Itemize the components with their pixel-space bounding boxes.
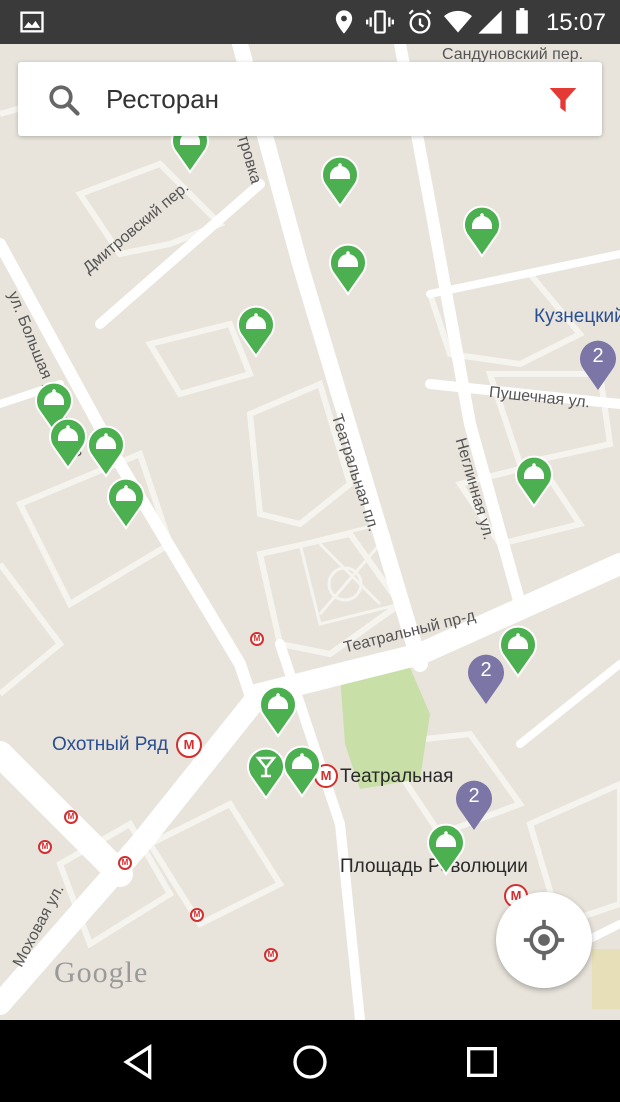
restaurant-cloche-icon [515, 455, 553, 508]
battery-icon [516, 8, 528, 34]
bar-pin[interactable] [244, 744, 288, 800]
my-location-button[interactable] [496, 892, 592, 988]
search-input[interactable]: Ресторан [106, 84, 219, 115]
restaurant-pin[interactable] [512, 452, 556, 508]
recents-icon[interactable] [462, 1042, 502, 1082]
status-bar: 15:07 [0, 0, 620, 44]
metro-entrance-icon: M [118, 856, 132, 870]
cluster-marker[interactable]: 2 [452, 776, 496, 832]
filter-icon[interactable] [546, 84, 580, 116]
metro-entrance-icon: M [38, 840, 52, 854]
cocktail-icon [247, 747, 285, 800]
signal-icon [478, 10, 502, 34]
location-icon [335, 10, 353, 34]
restaurant-cloche-icon [87, 425, 125, 478]
restaurant-cloche-icon [237, 305, 275, 358]
wifi-icon [444, 10, 472, 33]
metro-label-kuznetsky[interactable]: Кузнецкий [534, 306, 620, 328]
restaurant-cloche-icon [259, 685, 297, 738]
metro-entrance-icon: M [264, 948, 278, 962]
map-view[interactable]: Сандуновский пер. Дмитровский пер. ул. Б… [0, 44, 620, 1020]
restaurant-pin[interactable] [318, 152, 362, 208]
status-time: 15:07 [545, 9, 606, 36]
restaurant-cloche-icon [329, 243, 367, 296]
cluster-marker[interactable]: 2 [576, 336, 620, 392]
metro-entrance-icon: M [190, 908, 204, 922]
google-attribution: Google [54, 956, 149, 989]
restaurant-cloche-icon [321, 155, 359, 208]
restaurant-pin[interactable] [256, 682, 300, 738]
cluster-marker[interactable]: 2 [464, 650, 508, 706]
metro-label-teatralnaya[interactable]: Театральная [340, 766, 453, 788]
restaurant-pin[interactable] [84, 422, 128, 478]
back-icon[interactable] [118, 1042, 158, 1082]
home-icon[interactable] [290, 1042, 330, 1082]
metro-label-okhotny-ryad[interactable]: Охотный Ряд [52, 734, 168, 756]
restaurant-cloche-icon [107, 477, 145, 530]
restaurant-pin[interactable] [460, 202, 504, 258]
alarm-icon [408, 9, 432, 34]
restaurant-pin[interactable] [104, 474, 148, 530]
image-icon [20, 11, 44, 33]
navigation-bar [0, 1020, 620, 1102]
metro-entrance-icon: M [64, 810, 78, 824]
vibrate-icon [366, 10, 394, 34]
search-icon[interactable] [46, 82, 82, 118]
metro-logo-icon: M [176, 732, 202, 758]
restaurant-pin[interactable] [326, 240, 370, 296]
restaurant-pin[interactable] [234, 302, 278, 358]
restaurant-cloche-icon [463, 205, 501, 258]
search-bar[interactable]: Ресторан [18, 62, 602, 136]
my-location-icon [523, 919, 565, 961]
metro-entrance-icon: M [250, 632, 264, 646]
